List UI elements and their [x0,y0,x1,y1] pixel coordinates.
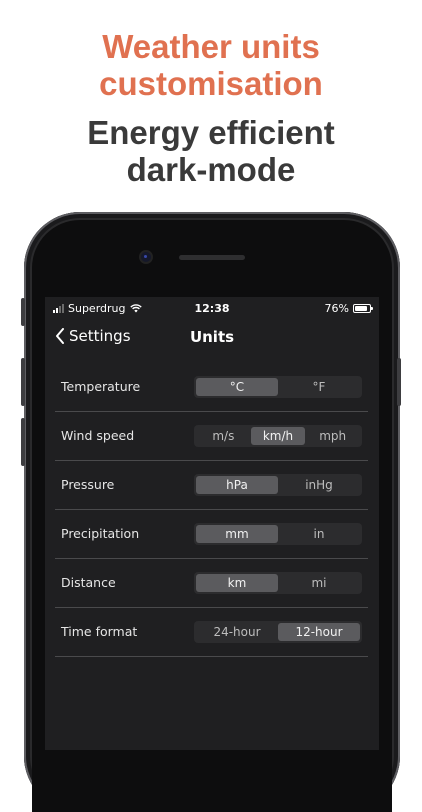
segment-option[interactable]: 24-hour [196,623,278,641]
segment-option[interactable]: inHg [278,476,360,494]
segment-option[interactable]: °C [196,378,278,396]
setting-row-wind-speed: Wind speed m/s km/h mph [55,412,368,461]
units-settings-list: Temperature °C °F Wind speed m/s km/h mp… [55,363,368,657]
setting-label: Distance [61,575,116,590]
status-bar: Superdrug 12:38 76% [45,297,379,321]
setting-row-distance: Distance km mi [55,559,368,608]
segment-option[interactable]: 12-hour [278,623,360,641]
mute-switch [21,298,25,326]
precipitation-segmented-control: mm in [194,523,362,545]
battery-icon [353,304,373,313]
headline-accent: Weather units customisation [0,28,422,102]
setting-row-precipitation: Precipitation mm in [55,510,368,559]
power-button [397,358,401,406]
segment-option[interactable]: in [278,525,360,543]
setting-row-temperature: Temperature °C °F [55,363,368,412]
page-title: Units [189,328,235,346]
setting-label: Wind speed [61,428,135,443]
headline-dark-line-1: Energy efficient [87,114,335,151]
headline-dark: Energy efficient dark-mode [0,114,422,188]
battery-percentage: 76% [324,302,349,315]
segment-option[interactable]: mph [305,427,360,445]
navigation-bar: Settings Units [45,323,379,353]
status-right: 76% [324,302,373,315]
setting-row-pressure: Pressure hPa inHg [55,461,368,510]
volume-down-button [21,418,25,466]
setting-label: Time format [61,624,138,639]
distance-segmented-control: km mi [194,572,362,594]
segment-option[interactable]: km/h [250,427,306,445]
setting-label: Temperature [61,379,141,394]
segment-option[interactable]: hPa [196,476,278,494]
setting-label: Precipitation [61,526,140,541]
segment-option[interactable]: km [196,574,278,592]
pressure-segmented-control: hPa inHg [194,474,362,496]
setting-row-time-format: Time format 24-hour 12-hour [55,608,368,657]
front-camera [141,252,151,262]
headline-accent-line-2: customisation [99,65,323,102]
headline-accent-line-1: Weather units [102,28,320,65]
segment-option[interactable]: mm [196,525,278,543]
segment-option[interactable]: °F [278,378,360,396]
segment-option[interactable]: mi [278,574,360,592]
setting-label: Pressure [61,477,115,492]
volume-up-button [21,358,25,406]
earpiece-speaker [179,255,245,260]
headline-dark-line-2: dark-mode [126,151,296,188]
app-screen: Superdrug 12:38 76% Settings Units Tempe… [45,297,379,750]
segment-option[interactable]: m/s [196,427,251,445]
temperature-segmented-control: °C °F [194,376,362,398]
wind-speed-segmented-control: m/s km/h mph [194,425,362,447]
time-format-segmented-control: 24-hour 12-hour [194,621,362,643]
